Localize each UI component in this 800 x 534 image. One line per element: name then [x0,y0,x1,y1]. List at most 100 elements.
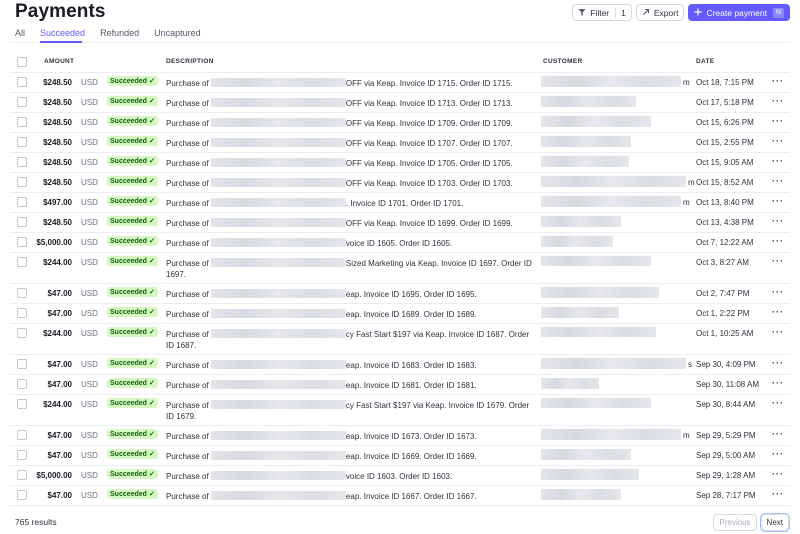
status-badge: Succeeded ✓ [107,136,158,146]
more-actions-icon[interactable]: ··· [772,196,784,206]
currency: USD [81,471,98,480]
table-row[interactable]: $244.00 USD Succeeded ✓ Purchase of Sized Ma… [10,252,790,284]
more-actions-icon[interactable]: ··· [772,449,784,459]
status-label: Succeeded [110,309,147,316]
currency: USD [81,98,98,107]
more-actions-icon[interactable]: ··· [772,469,784,479]
more-actions-icon[interactable]: ··· [772,236,784,246]
description-prefix: Purchase of [166,310,211,319]
more-actions-icon[interactable]: ··· [772,327,784,337]
more-actions-icon[interactable]: ··· [772,429,784,439]
status-badge: Succeeded ✓ [107,469,158,479]
table-row[interactable]: $244.00 USD Succeeded ✓ Purchase of cy Fast … [10,394,790,426]
table-row[interactable]: $248.50 USD Succeeded ✓ Purchase of OFF via … [10,112,790,133]
amount: $47.00 [47,491,72,500]
description-prefix: Purchase of [166,452,211,461]
status-label: Succeeded [110,118,147,125]
status-badge: Succeeded ✓ [107,398,158,408]
table-row[interactable]: $248.50 USD Succeeded ✓ Purchase of OFF via … [10,132,790,153]
create-payment-button[interactable]: Create payment N [688,4,790,21]
more-actions-icon[interactable]: ··· [772,76,784,86]
table-row[interactable]: $248.50 USD Succeeded ✓ Purchase of OFF via … [10,92,790,113]
more-actions-icon[interactable]: ··· [772,96,784,106]
table-row[interactable]: $47.00 USD Succeeded ✓ Purchase of eap. Invo… [10,425,790,446]
more-actions-icon[interactable]: ··· [772,116,784,126]
table-row[interactable]: $244.00 USD Succeeded ✓ Purchase of cy Fast … [10,323,790,355]
customer-tail: m [683,431,690,440]
previous-button[interactable]: Previous [713,514,757,531]
more-actions-icon[interactable]: ··· [772,176,784,186]
toolbar: Filter 1 Export Create payment N [572,4,790,21]
next-button[interactable]: Next [760,514,789,531]
table-row[interactable]: $248.50 USD Succeeded ✓ Purchase of OFF via … [10,172,790,193]
tab-all[interactable]: All [15,28,25,43]
more-actions-icon[interactable]: ··· [772,216,784,226]
redacted-customer [541,96,636,107]
table-row[interactable]: $497.00 USD Succeeded ✓ Purchase of . Invoic… [10,192,790,213]
tab-divider [10,42,790,43]
table-row[interactable]: $47.00 USD Succeeded ✓ Purchase of eap. Invo… [10,485,790,506]
payment-date: Oct 2, 7:47 PM [696,289,750,298]
more-actions-icon[interactable]: ··· [772,136,784,146]
filter-button[interactable]: Filter 1 [572,4,632,21]
table-row[interactable]: $47.00 USD Succeeded ✓ Purchase of eap. Invo… [10,303,790,324]
check-icon: ✓ [148,451,155,458]
description-suffix: OFF via Keap. Invoice ID 1715. Order ID … [345,79,513,88]
column-date: DATE [696,58,715,65]
table-row[interactable]: $5,000.00 USD Succeeded ✓ Purchase of voice … [10,465,790,486]
column-description: DESCRIPTION [166,58,214,65]
payment-date: Oct 3, 8:27 AM [696,258,749,267]
currency: USD [81,258,98,267]
currency: USD [81,431,98,440]
more-actions-icon[interactable]: ··· [772,156,784,166]
export-label: Export [653,7,679,18]
status-label: Succeeded [110,78,147,85]
table-row[interactable]: $47.00 USD Succeeded ✓ Purchase of eap. Invo… [10,374,790,395]
amount: $47.00 [47,289,72,298]
redacted-customer [541,358,686,369]
table-row[interactable]: $47.00 USD Succeeded ✓ Purchase of eap. Invo… [10,283,790,304]
check-icon: ✓ [148,360,155,367]
status-badge: Succeeded ✓ [107,236,158,246]
redacted-description [210,380,346,389]
table-row[interactable]: $47.00 USD Succeeded ✓ Purchase of eap. Invo… [10,354,790,375]
description-suffix: OFF via Keap. Invoice ID 1699. Order ID … [345,219,513,228]
redacted-description [210,218,346,227]
more-actions-icon[interactable]: ··· [772,489,784,499]
description: Purchase of OFF via Keap. Invoice ID 169… [166,218,538,229]
payment-date: Sep 28, 7:17 PM [696,491,756,500]
check-icon: ✓ [148,258,155,265]
table-row[interactable]: $47.00 USD Succeeded ✓ Purchase of eap. Invo… [10,445,790,466]
redacted-description [210,491,346,500]
more-actions-icon[interactable]: ··· [772,287,784,297]
currency: USD [81,289,98,298]
status-label: Succeeded [110,431,147,438]
status-label: Succeeded [110,238,147,245]
tab-refunded[interactable]: Refunded [100,28,139,43]
description-prefix: Purchase of [166,119,211,128]
more-actions-icon[interactable]: ··· [772,256,784,266]
redacted-description [210,471,346,480]
export-button[interactable]: Export [635,4,685,21]
status-badge: Succeeded ✓ [107,429,158,439]
more-actions-icon[interactable]: ··· [772,398,784,408]
currency: USD [81,400,98,409]
table-row[interactable]: $248.50 USD Succeeded ✓ Purchase of OFF via … [10,72,790,93]
check-icon: ✓ [148,471,155,478]
table-row[interactable]: $248.50 USD Succeeded ✓ Purchase of OFF via … [10,212,790,233]
currency: USD [81,178,98,187]
description: Purchase of eap. Invoice ID 1673. Order … [166,431,538,442]
table-row[interactable]: $248.50 USD Succeeded ✓ Purchase of OFF via … [10,152,790,173]
table-row[interactable]: $5,000.00 USD Succeeded ✓ Purchase of voice … [10,232,790,253]
redacted-description [210,431,346,440]
description: Purchase of eap. Invoice ID 1681. Order … [166,380,538,391]
tab-uncaptured[interactable]: Uncaptured [154,28,201,43]
more-actions-icon[interactable]: ··· [772,378,784,388]
description: Purchase of eap. Invoice ID 1669. Order … [166,451,538,462]
amount: $244.00 [43,258,72,267]
more-actions-icon[interactable]: ··· [772,307,784,317]
description: Purchase of eap. Invoice ID 1667. Order … [166,491,538,502]
select-all-checkbox[interactable] [17,57,27,67]
more-actions-icon[interactable]: ··· [772,358,784,368]
amount: $248.50 [43,138,72,147]
